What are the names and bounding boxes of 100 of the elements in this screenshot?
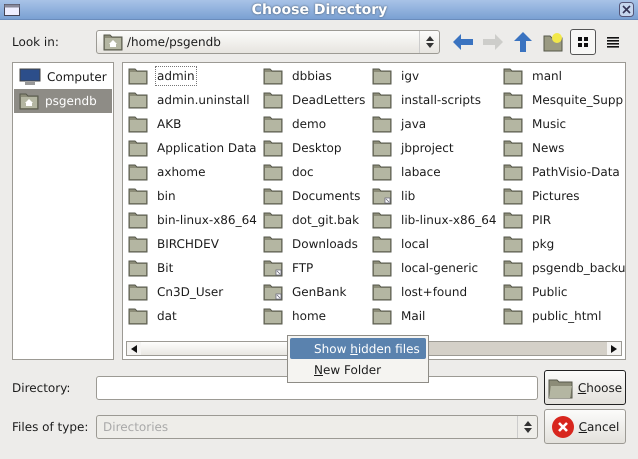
folder-name[interactable]: Cn3D_User (155, 282, 226, 302)
cancel-icon (550, 414, 575, 438)
folder-icon (263, 115, 283, 133)
folder-name[interactable]: Documents (290, 186, 362, 206)
up-arrow-icon (514, 32, 532, 52)
folder-name[interactable]: public_html (530, 306, 604, 326)
folder-icon (128, 163, 148, 181)
look-in-dropdown[interactable]: /home/psgendb (96, 30, 440, 54)
folder-name[interactable]: News (530, 138, 566, 158)
scroll-right-icon[interactable] (611, 344, 617, 352)
folder-icon (128, 283, 148, 301)
folder-icon (503, 67, 523, 85)
folder-icon (503, 211, 523, 229)
folder-name[interactable]: igv (399, 66, 422, 86)
folder-icon (503, 235, 523, 253)
menu-item[interactable]: New Folder (290, 359, 426, 380)
folder-icon (263, 139, 283, 157)
folder-icon (128, 235, 148, 253)
menu-item[interactable]: Show hidden files (290, 338, 426, 359)
folder-icon (503, 187, 523, 205)
folder-name[interactable]: Public (530, 282, 570, 302)
folder-name[interactable]: AKB (155, 114, 184, 134)
folder-icon (372, 67, 392, 85)
folder-name[interactable]: bin-linux-x86_64 (155, 210, 259, 230)
sidebar-item[interactable]: Computer (14, 65, 112, 89)
folder-icon (128, 91, 148, 109)
close-icon[interactable] (619, 2, 634, 17)
folder-name[interactable]: local-generic (399, 258, 480, 278)
folder-name[interactable]: pkg (530, 234, 556, 254)
folder-icon (128, 211, 148, 229)
list-view-icon (606, 35, 620, 49)
icon-view-button[interactable] (570, 29, 596, 55)
folder-icon (128, 139, 148, 157)
sidebar-item-label: Computer (47, 70, 107, 84)
folder-name[interactable]: java (399, 114, 428, 134)
folder-name[interactable]: lost+found (399, 282, 470, 302)
folder-name[interactable]: dot_git.bak (290, 210, 362, 230)
folder-name[interactable]: PIR (530, 210, 554, 230)
folder-name[interactable]: Pictures (530, 186, 582, 206)
folder-name[interactable]: BIRCHDEV (155, 234, 221, 254)
choose-button[interactable]: Choose (544, 370, 626, 405)
folder-icon (372, 283, 392, 301)
folder-name[interactable]: jbproject (399, 138, 456, 158)
home-folder-icon (19, 92, 39, 110)
folder-name[interactable]: Mesquite_Supp (530, 90, 625, 110)
scroll-left-icon[interactable] (131, 344, 137, 352)
folder-icon (372, 91, 392, 109)
folder-name[interactable]: labace (399, 162, 443, 182)
folder-icon (503, 163, 523, 181)
folder-name[interactable]: manl (530, 66, 564, 86)
folder-icon (372, 163, 392, 181)
folder-link-icon (263, 259, 283, 277)
folder-name[interactable]: Music (530, 114, 568, 134)
folder-name[interactable]: install-scripts (399, 90, 483, 110)
folder-icon (128, 67, 148, 85)
folder-name[interactable]: dbbias (290, 66, 334, 86)
folder-name[interactable]: bin (155, 186, 178, 206)
cancel-button[interactable]: Cancel (544, 409, 626, 444)
back-arrow-icon (453, 34, 473, 50)
folder-name[interactable]: Application Data (155, 138, 259, 158)
folder-name[interactable]: lib-linux-x86_64 (399, 210, 499, 230)
folder-name[interactable]: dat (155, 306, 179, 326)
folder-name[interactable]: Mail (399, 306, 428, 326)
folder-icon (263, 91, 283, 109)
grid-view-icon (576, 35, 590, 49)
folder-icon (263, 163, 283, 181)
file-type-label: Files of type: (12, 420, 90, 434)
folder-name[interactable]: GenBank (290, 282, 348, 302)
folder-icon (128, 115, 148, 133)
folder-name[interactable]: admin.uninstall (155, 90, 252, 110)
new-folder-icon (543, 32, 563, 52)
folder-icon (372, 235, 392, 253)
folder-icon (503, 91, 523, 109)
folder-name[interactable]: FTP (290, 258, 316, 278)
folder-icon (128, 187, 148, 205)
folder-icon (372, 115, 392, 133)
folder-name[interactable]: home (290, 306, 328, 326)
folder-icon (128, 307, 148, 325)
folder-name[interactable]: lib (399, 186, 418, 206)
folder-icon (263, 307, 283, 325)
computer-icon (19, 68, 41, 86)
home-folder-icon (103, 33, 123, 51)
folder-link-icon (263, 283, 283, 301)
folder-icon (503, 307, 523, 325)
folder-name[interactable]: psgendb_backu (530, 258, 625, 278)
folder-icon (548, 376, 574, 398)
folder-name[interactable]: admin (155, 66, 197, 86)
folder-name[interactable]: doc (290, 162, 316, 182)
folder-icon (263, 67, 283, 85)
folder-name[interactable]: axhome (155, 162, 208, 182)
folder-icon (128, 259, 148, 277)
folder-icon (503, 115, 523, 133)
folder-name[interactable]: Bit (155, 258, 176, 278)
directory-label: Directory: (12, 380, 72, 394)
folder-name[interactable]: DeadLetters (290, 90, 368, 110)
folder-name[interactable]: Desktop (290, 138, 344, 158)
folder-name[interactable]: PathVisio-Data (530, 162, 622, 182)
folder-name[interactable]: demo (290, 114, 328, 134)
folder-name[interactable]: local (399, 234, 431, 254)
folder-name[interactable]: Downloads (290, 234, 360, 254)
